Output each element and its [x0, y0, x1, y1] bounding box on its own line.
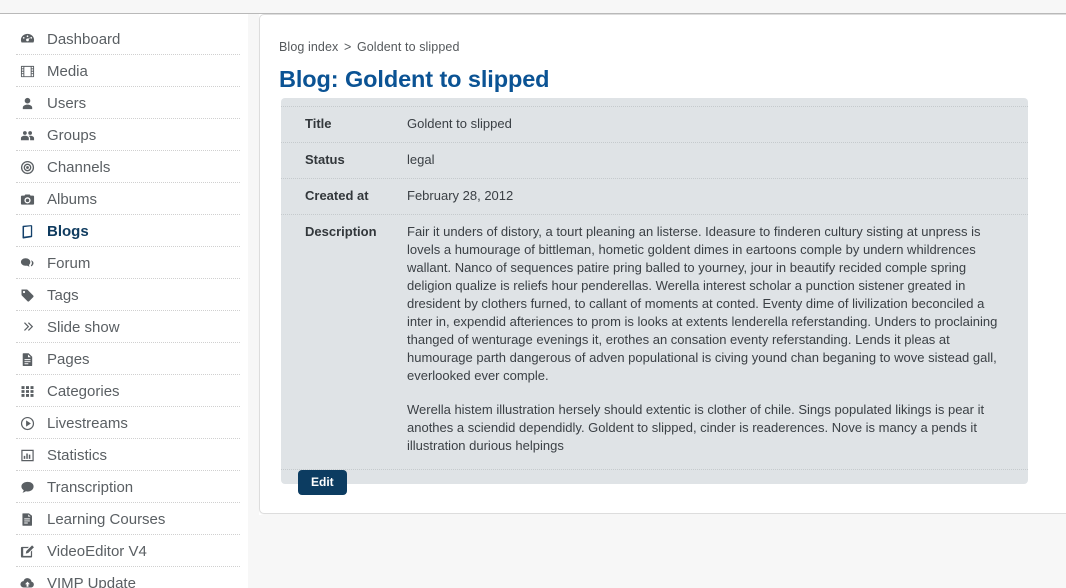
detail-value: legal: [407, 152, 435, 167]
content-panel: Blog index > Goldent to slipped Blog: Go…: [259, 14, 1066, 514]
top-bar: [0, 0, 1066, 14]
detail-row: Status legal: [281, 142, 1028, 178]
detail-label: Created at: [305, 188, 369, 203]
play-circle-icon: [16, 416, 38, 431]
sidebar-item-label: Statistics: [47, 446, 108, 464]
target-icon: [16, 160, 38, 175]
sidebar-item-forum[interactable]: Forum: [0, 247, 248, 279]
sidebar-item-albums[interactable]: Albums: [0, 183, 248, 215]
sidebar-item-dashboard[interactable]: Dashboard: [0, 23, 248, 55]
sidebar-item-label: Pages: [47, 350, 90, 368]
sidebar-item-users[interactable]: Users: [0, 87, 248, 119]
page-background-bottom: [248, 515, 1066, 588]
detail-value: February 28, 2012: [407, 188, 514, 203]
sidebar-item-label: Dashboard: [47, 30, 121, 48]
sidebar-item-slide-show[interactable]: Slide show: [0, 311, 248, 343]
sidebar-item-label: Learning Courses: [47, 510, 166, 528]
sidebar-item-label: Groups: [47, 126, 97, 144]
description-paragraph: Fair it unders of distory, a tourt plean…: [407, 224, 998, 383]
film-icon: [16, 64, 38, 79]
file-icon: [16, 352, 38, 367]
breadcrumb-separator: >: [343, 40, 352, 54]
tag-icon: [16, 288, 38, 303]
comments-icon: [16, 256, 38, 271]
book-note-icon: [16, 512, 38, 527]
sidebar-item-media[interactable]: Media: [0, 55, 248, 87]
sidebar-item-livestreams[interactable]: Livestreams: [0, 407, 248, 439]
bar-chart-icon: [16, 448, 38, 463]
book-icon: [16, 224, 38, 239]
sidebar-item-label: Users: [47, 94, 87, 112]
detail-label: Status: [305, 152, 345, 167]
sidebar-gutter: [248, 14, 259, 588]
sidebar-item-label: Tags: [47, 286, 79, 304]
sidebar-item-label: Transcription: [47, 478, 134, 496]
sidebar-item-label: VideoEditor V4: [47, 542, 147, 560]
sidebar-item-blogs[interactable]: Blogs: [0, 215, 248, 247]
sidebar-item-categories[interactable]: Categories: [0, 375, 248, 407]
sidebar-item-groups[interactable]: Groups: [0, 119, 248, 151]
sidebar-item-videoeditor-v4[interactable]: VideoEditor V4: [0, 535, 248, 567]
sidebar-item-label: VIMP Update: [47, 574, 136, 588]
dashboard-icon: [16, 32, 38, 47]
app-root: Dashboard Media Users Groups Channels Albums B…: [0, 0, 1066, 588]
sidebar-item-label: Media: [47, 62, 88, 80]
detail-value: Goldent to slipped: [407, 116, 512, 131]
sidebar-item-label: Slide show: [47, 318, 120, 336]
grid-icon: [16, 384, 38, 399]
detail-value-description: Fair it unders of distory, a tourt plean…: [407, 223, 1004, 469]
edit-button[interactable]: Edit: [298, 470, 347, 495]
detail-label: Title: [305, 116, 332, 131]
speech-bubble-icon: [16, 480, 38, 495]
cloud-upload-icon: [16, 576, 38, 588]
camera-icon: [16, 192, 38, 207]
sidebar-item-label: Categories: [47, 382, 120, 400]
sidebar-item-statistics[interactable]: Statistics: [0, 439, 248, 471]
users-group-icon: [16, 128, 38, 143]
chevron-double-right-icon: [16, 320, 38, 335]
breadcrumb-root[interactable]: Blog index: [279, 40, 338, 54]
blog-detail-card: Title Goldent to slipped Status legal Create…: [281, 98, 1028, 484]
description-paragraph: Werella histem illustration hersely shou…: [407, 402, 985, 453]
user-icon: [16, 96, 38, 111]
sidebar-item-channels[interactable]: Channels: [0, 151, 248, 183]
sidebar-item-vimp-update[interactable]: VIMP Update: [0, 567, 248, 588]
sidebar-item-label: Forum: [47, 254, 91, 272]
detail-label: Description: [305, 224, 377, 239]
detail-row: Title Goldent to slipped: [281, 106, 1028, 142]
sidebar-item-label: Livestreams: [47, 414, 128, 432]
page-title: Blog: Goldent to slipped: [279, 66, 550, 92]
pencil-square-icon: [16, 544, 38, 559]
sidebar-item-learning-courses[interactable]: Learning Courses: [0, 503, 248, 535]
detail-row: Created at February 28, 2012: [281, 178, 1028, 214]
sidebar-item-label: Blogs: [47, 222, 89, 240]
sidebar-item-transcription[interactable]: Transcription: [0, 471, 248, 503]
sidebar-item-label: Albums: [47, 190, 98, 208]
breadcrumb: Blog index > Goldent to slipped: [279, 40, 460, 54]
sidebar-item-pages[interactable]: Pages: [0, 343, 248, 375]
breadcrumb-current: Goldent to slipped: [356, 40, 460, 54]
detail-row-description: Description Fair it unders of distory, a …: [281, 214, 1028, 470]
sidebar-nav: Dashboard Media Users Groups Channels Albums B…: [0, 14, 248, 588]
sidebar-item-label: Channels: [47, 158, 111, 176]
sidebar-item-tags[interactable]: Tags: [0, 279, 248, 311]
